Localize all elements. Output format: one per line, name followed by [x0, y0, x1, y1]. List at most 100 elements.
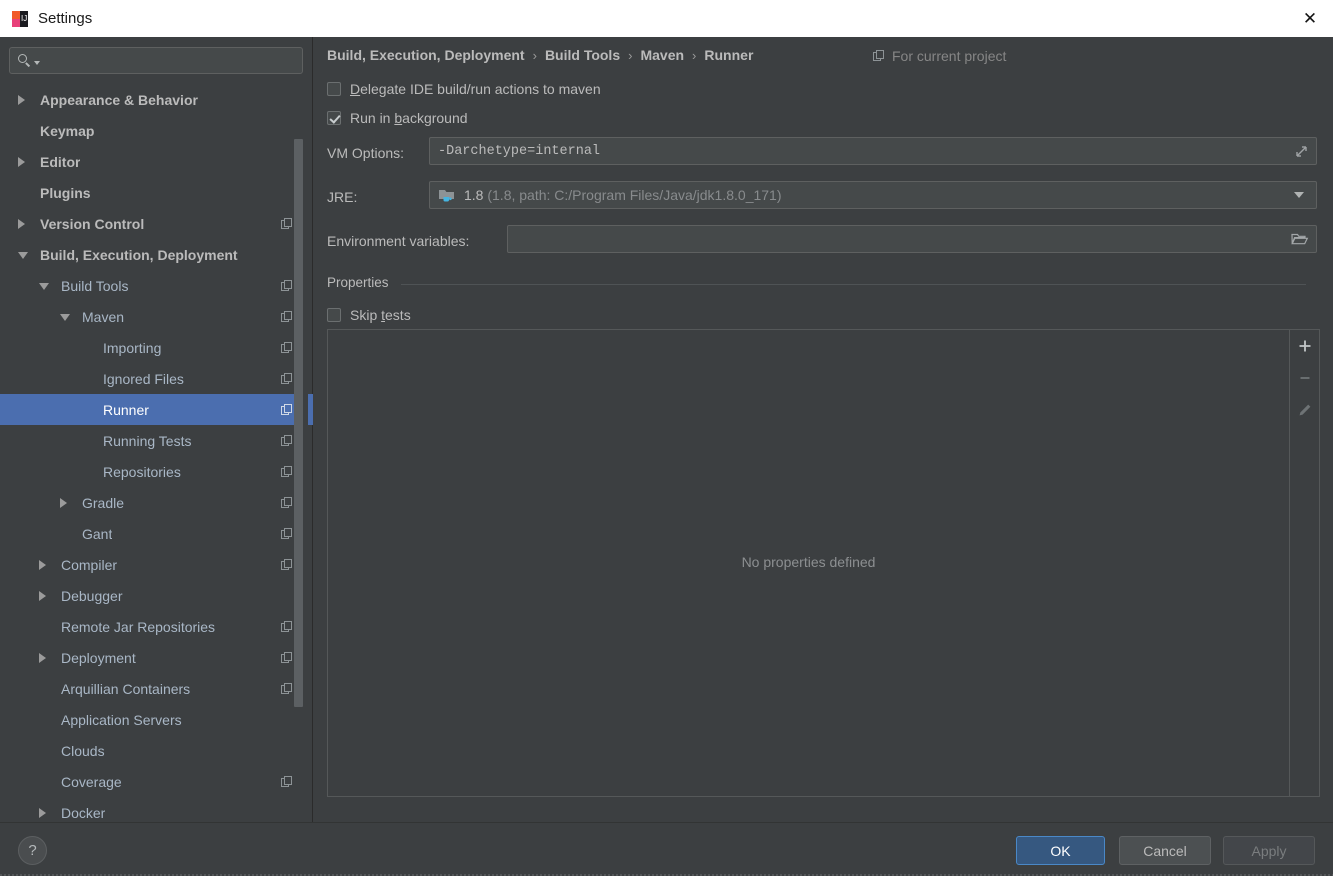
sidebar-item-label: Build Tools — [61, 278, 128, 294]
breadcrumb-separator: › — [628, 48, 632, 63]
project-scope-icon — [281, 435, 293, 447]
chevron-right-icon[interactable] — [18, 157, 25, 167]
sidebar-item-label: Docker — [61, 805, 105, 821]
run-in-background-label: Run in background — [350, 110, 468, 126]
chevron-down-icon[interactable] — [18, 252, 28, 259]
jre-label: JRE: — [327, 189, 357, 205]
sidebar-item-remote-jar-repositories[interactable]: Remote Jar Repositories — [0, 611, 313, 642]
sidebar-item-label: Running Tests — [103, 433, 191, 449]
search-wrapper — [0, 37, 312, 74]
chevron-down-icon[interactable] — [60, 314, 70, 321]
chevron-right-icon[interactable] — [60, 498, 67, 508]
chevron-right-icon[interactable] — [39, 653, 46, 663]
cancel-button[interactable]: Cancel — [1119, 836, 1211, 865]
project-scope-icon — [281, 373, 293, 385]
close-icon[interactable]: ✕ — [1287, 0, 1333, 37]
project-scope-icon — [281, 683, 293, 695]
remove-property-button — [1290, 362, 1320, 394]
sidebar-item-deployment[interactable]: Deployment — [0, 642, 313, 673]
chevron-down-icon[interactable] — [34, 61, 40, 65]
sidebar-item-label: Appearance & Behavior — [40, 92, 198, 108]
sidebar-scrollbar-track[interactable] — [298, 84, 308, 822]
sidebar-item-coverage[interactable]: Coverage — [0, 766, 313, 797]
project-scope-icon — [281, 218, 293, 230]
sidebar-item-clouds[interactable]: Clouds — [0, 735, 313, 766]
help-button[interactable]: ? — [18, 836, 47, 865]
skip-tests-label: Skip tests — [350, 307, 411, 323]
sidebar-item-label: Gant — [82, 526, 112, 542]
title-bar: IJ Settings ✕ — [0, 0, 1333, 37]
skip-tests-checkbox[interactable] — [327, 308, 341, 322]
delegate-ide-build-checkbox-row[interactable]: Delegate IDE build/run actions to maven — [327, 81, 601, 97]
sidebar-item-editor[interactable]: Editor — [0, 146, 313, 177]
skip-tests-checkbox-row[interactable]: Skip tests — [327, 307, 411, 323]
sidebar-item-importing[interactable]: Importing — [0, 332, 313, 363]
jdk-folder-icon — [438, 187, 458, 203]
sidebar-item-running-tests[interactable]: Running Tests — [0, 425, 313, 456]
chevron-right-icon[interactable] — [39, 560, 46, 570]
sidebar-item-version-control[interactable]: Version Control — [0, 208, 313, 239]
project-scope-icon — [281, 280, 293, 292]
search-input[interactable] — [44, 52, 295, 69]
breadcrumb-item[interactable]: Build Tools — [545, 47, 620, 63]
jre-combobox[interactable]: 1.8 (1.8, path: C:/Program Files/Java/jd… — [429, 181, 1317, 209]
vm-options-value[interactable]: -Darchetype=internal — [430, 144, 1292, 159]
chevron-right-icon[interactable] — [39, 591, 46, 601]
delegate-ide-build-checkbox[interactable] — [327, 82, 341, 96]
folder-icon[interactable] — [1290, 231, 1310, 247]
project-scope-icon — [281, 621, 293, 633]
run-in-background-checkbox[interactable] — [327, 111, 341, 125]
settings-dialog: IJ Settings ✕ Appearance & Behavior Keyma… — [0, 0, 1333, 876]
ok-button[interactable]: OK — [1016, 836, 1105, 865]
sidebar-item-runner[interactable]: Runner — [0, 394, 313, 425]
dialog-footer: ? OK Cancel Apply — [0, 822, 1333, 876]
chevron-right-icon[interactable] — [18, 95, 25, 105]
settings-tree: Appearance & Behavior KeymapEditorPlugins… — [0, 84, 313, 822]
sidebar-item-compiler[interactable]: Compiler — [0, 549, 313, 580]
sidebar-item-gant[interactable]: Gant — [0, 518, 313, 549]
project-scope-icon — [873, 50, 885, 62]
sidebar-item-ignored-files[interactable]: Ignored Files — [0, 363, 313, 394]
properties-group-label: Properties — [327, 275, 396, 290]
sidebar-item-build-execution-deployment[interactable]: Build, Execution, Deployment — [0, 239, 313, 270]
sidebar-item-debugger[interactable]: Debugger — [0, 580, 313, 611]
breadcrumb-item[interactable]: Build, Execution, Deployment — [327, 47, 525, 63]
sidebar-scrollbar-thumb[interactable] — [294, 139, 303, 707]
breadcrumb-item[interactable]: Maven — [640, 47, 684, 63]
sidebar-item-repositories[interactable]: Repositories — [0, 456, 313, 487]
sidebar-item-appearance-behavior[interactable]: Appearance & Behavior — [0, 84, 313, 115]
project-scope-icon — [281, 404, 293, 416]
search-box[interactable] — [9, 47, 303, 74]
sidebar-item-application-servers[interactable]: Application Servers — [0, 704, 313, 735]
sidebar-item-arquillian-containers[interactable]: Arquillian Containers — [0, 673, 313, 704]
sidebar-item-label: Ignored Files — [103, 371, 184, 387]
apply-button: Apply — [1223, 836, 1315, 865]
sidebar-item-maven[interactable]: Maven — [0, 301, 313, 332]
properties-table[interactable]: No properties defined — [327, 329, 1290, 797]
settings-sidebar: Appearance & Behavior KeymapEditorPlugins… — [0, 37, 313, 822]
chevron-right-icon[interactable] — [39, 808, 46, 818]
project-scope-icon — [281, 528, 293, 540]
run-in-background-checkbox-row[interactable]: Run in background — [327, 110, 468, 126]
sidebar-item-plugins[interactable]: Plugins — [0, 177, 313, 208]
intellij-idea-icon: IJ — [12, 11, 28, 27]
sidebar-item-label: Compiler — [61, 557, 117, 573]
chevron-right-icon[interactable] — [18, 219, 25, 229]
sidebar-item-keymap[interactable]: Keymap — [0, 115, 313, 146]
chevron-down-icon[interactable] — [39, 283, 49, 290]
sidebar-item-build-tools[interactable]: Build Tools — [0, 270, 313, 301]
project-scope-icon — [281, 342, 293, 354]
expand-icon[interactable] — [1292, 141, 1312, 161]
add-property-button[interactable] — [1290, 330, 1320, 362]
env-variables-field[interactable] — [507, 225, 1317, 253]
sidebar-item-label: Runner — [103, 402, 149, 418]
scope-note: For current project — [873, 48, 1006, 64]
sidebar-item-gradle[interactable]: Gradle — [0, 487, 313, 518]
project-scope-icon — [281, 776, 293, 788]
breadcrumb-separator: › — [692, 48, 696, 63]
breadcrumb-item[interactable]: Runner — [704, 47, 753, 63]
chevron-down-icon[interactable] — [1294, 192, 1304, 198]
sidebar-item-docker[interactable]: Docker — [0, 797, 313, 822]
delegate-ide-build-label: Delegate IDE build/run actions to maven — [350, 81, 601, 97]
vm-options-field[interactable]: -Darchetype=internal — [429, 137, 1317, 165]
